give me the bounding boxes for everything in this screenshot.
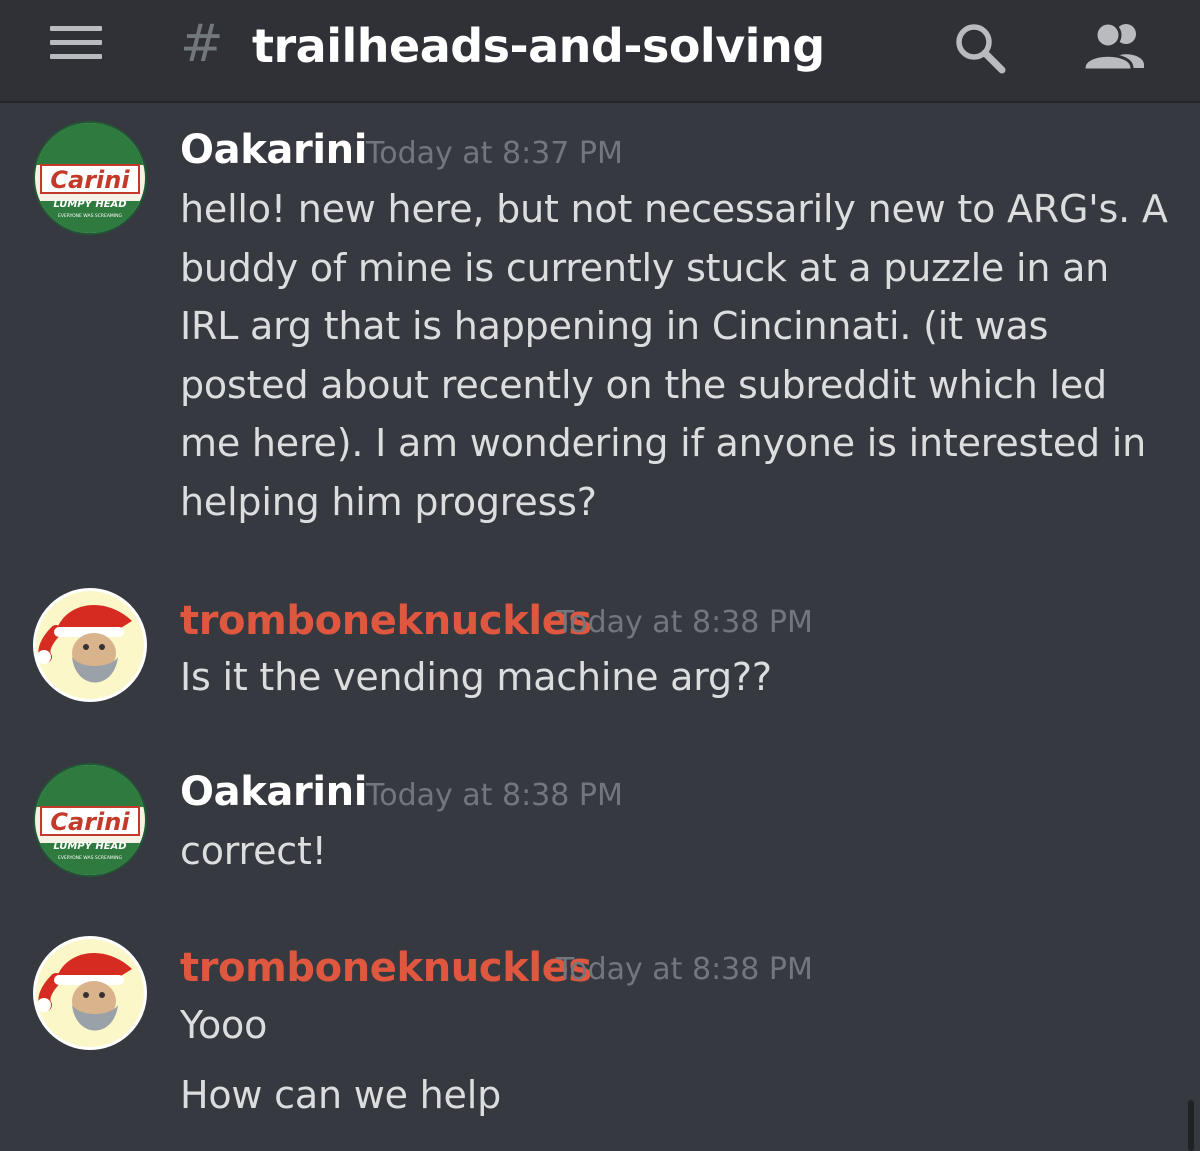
avatar-brand-text: Carini [50, 166, 130, 194]
message-timestamp: Today at 8:38 PM [366, 778, 623, 813]
channel-title: trailheads-and-solving [252, 19, 825, 73]
carini-logo-avatar[interactable]: Carini LUMPY HEAD EVERYONE WAS SCREAMING [33, 763, 147, 877]
avatar-brand-text: Carini [50, 808, 130, 836]
channel-hash-icon: # [180, 14, 224, 74]
avatar-line1-text: LUMPY HEAD [53, 841, 126, 852]
message-timestamp: Today at 8:37 PM [366, 136, 623, 171]
channel-header: # trailheads-and-solving [0, 0, 1200, 103]
scrollbar[interactable] [1188, 1100, 1194, 1151]
avatar-line2-text: EVERYONE WAS SCREAMING [58, 213, 122, 219]
members-icon[interactable] [1080, 18, 1152, 78]
message-author[interactable]: tromboneknuckles [180, 597, 592, 645]
hamburger-menu-icon[interactable] [50, 26, 106, 66]
search-icon[interactable] [950, 18, 1010, 78]
avatar-line2-text: EVERYONE WAS SCREAMING [58, 855, 122, 861]
carini-logo-avatar[interactable]: Carini LUMPY HEAD EVERYONE WAS SCREAMING [33, 121, 147, 235]
santa-avatar[interactable] [33, 936, 147, 1050]
message-author[interactable]: tromboneknuckles [180, 944, 592, 992]
message-text: How can we help [180, 1073, 502, 1117]
message-text: correct! [180, 829, 327, 873]
message-timestamp: Today at 8:38 PM [556, 605, 813, 640]
message-text: Yooo [180, 1003, 268, 1047]
avatar-line1-text: LUMPY HEAD [53, 199, 126, 210]
message-text: hello! new here, but not necessarily new… [180, 187, 1180, 524]
message-author[interactable]: Oakarini [180, 126, 367, 174]
message-text: Is it the vending machine arg?? [180, 655, 772, 699]
santa-avatar[interactable] [33, 588, 147, 702]
message-author[interactable]: Oakarini [180, 768, 367, 816]
message-timestamp: Today at 8:38 PM [556, 952, 813, 987]
